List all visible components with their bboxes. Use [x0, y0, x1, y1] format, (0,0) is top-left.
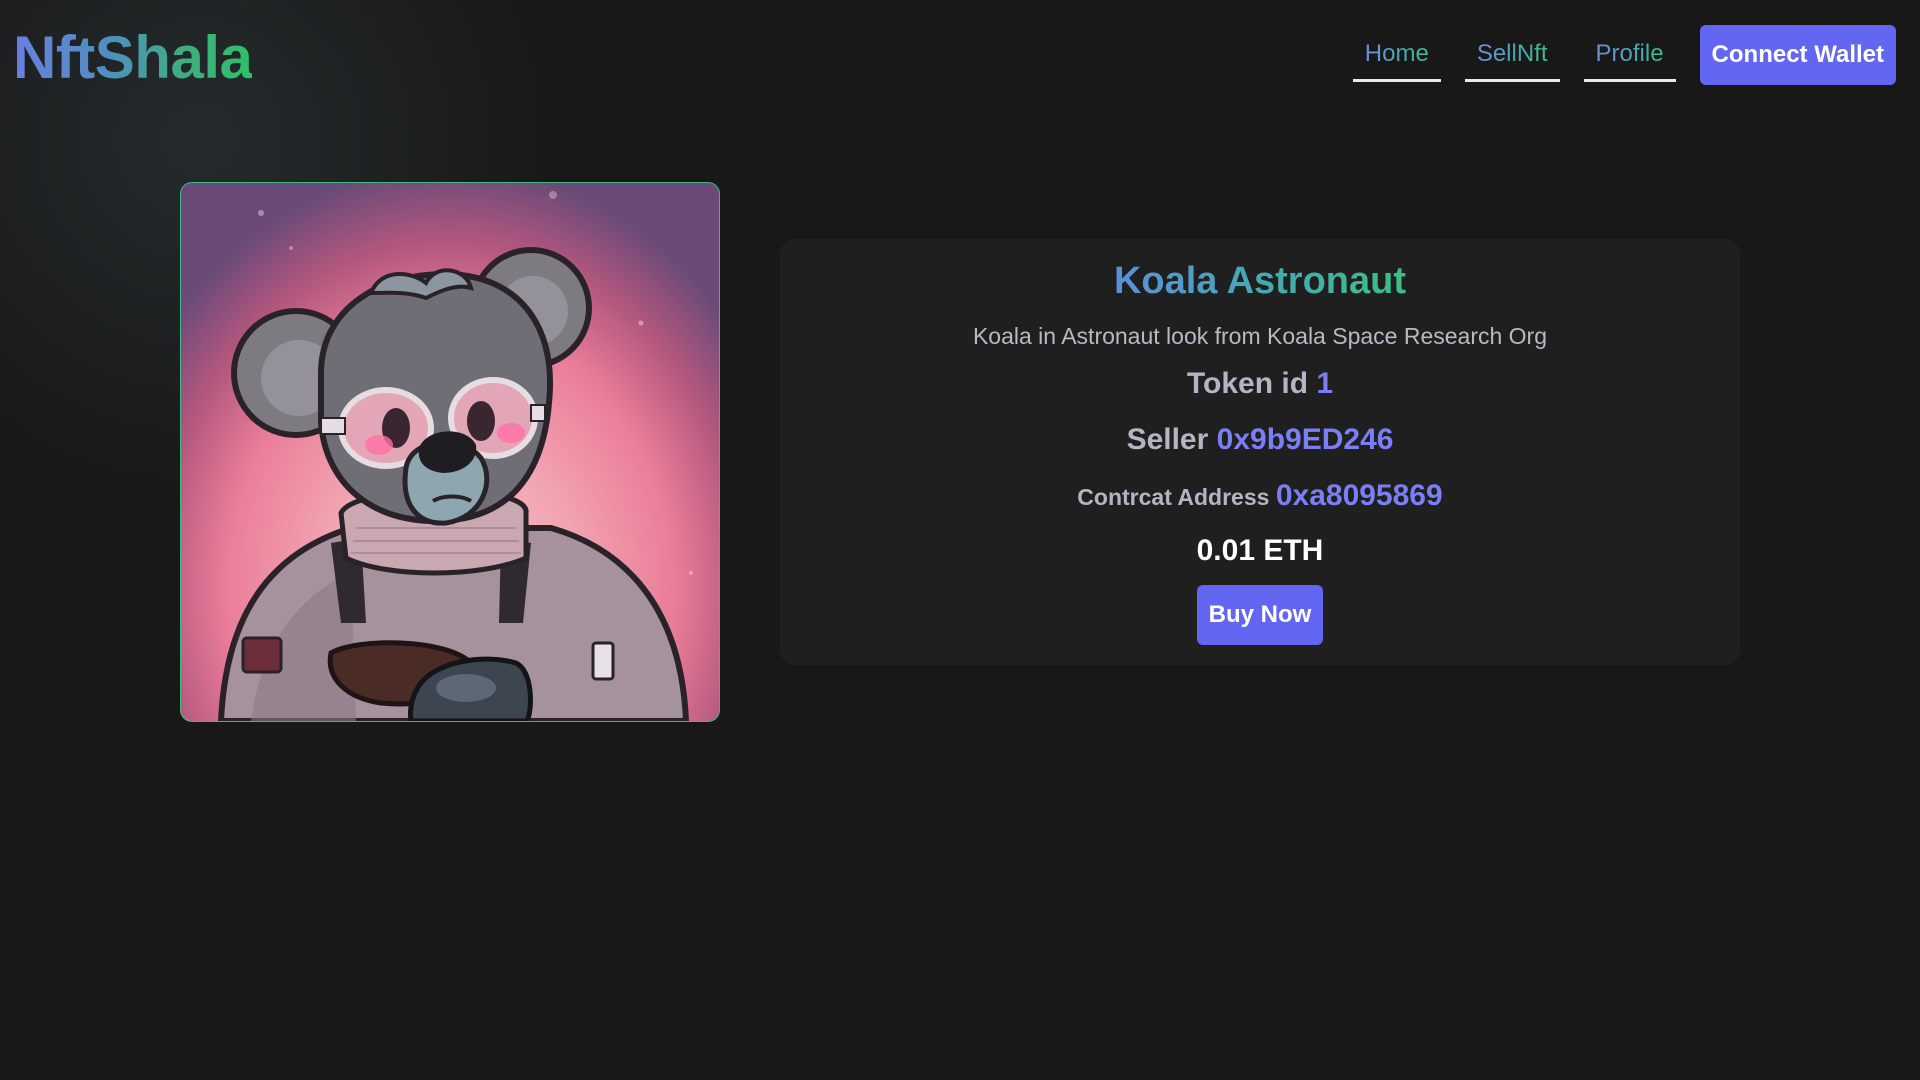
- contract-value: 0xa8095869: [1275, 479, 1443, 512]
- nav-profile-link[interactable]: Profile: [1583, 25, 1676, 82]
- seller-value: 0x9b9ED246: [1216, 423, 1394, 456]
- seller-row: Seller 0x9b9ED246: [780, 422, 1740, 458]
- nft-description: Koala in Astronaut look from Koala Space…: [972, 323, 1548, 349]
- seller-label: Seller: [1126, 423, 1209, 456]
- contract-row: Contrcat Address 0xa8095869: [780, 478, 1740, 515]
- nft-price: 0.01 ETH: [1196, 534, 1324, 567]
- contract-label: Contrcat Address: [1077, 484, 1270, 510]
- logo[interactable]: NftShala: [13, 22, 253, 94]
- nav-sellnft-link[interactable]: SellNft: [1464, 25, 1560, 82]
- main-nav: Home SellNft Profile Connect Wallet: [1352, 25, 1896, 85]
- token-id-row: Token id 1: [780, 366, 1740, 402]
- nft-image: [180, 182, 720, 722]
- token-id-value: 1: [1316, 367, 1334, 400]
- token-id-label: Token id: [1186, 367, 1309, 400]
- buy-now-button[interactable]: Buy Now: [1196, 585, 1324, 645]
- nft-details-card: Koala Astronaut Koala in Astronaut look …: [780, 239, 1740, 665]
- koala-astronaut-illustration: [217, 191, 693, 721]
- nav-home-link[interactable]: Home: [1352, 25, 1441, 82]
- nft-title: Koala Astronaut: [1113, 260, 1407, 302]
- connect-wallet-button[interactable]: Connect Wallet: [1699, 25, 1896, 85]
